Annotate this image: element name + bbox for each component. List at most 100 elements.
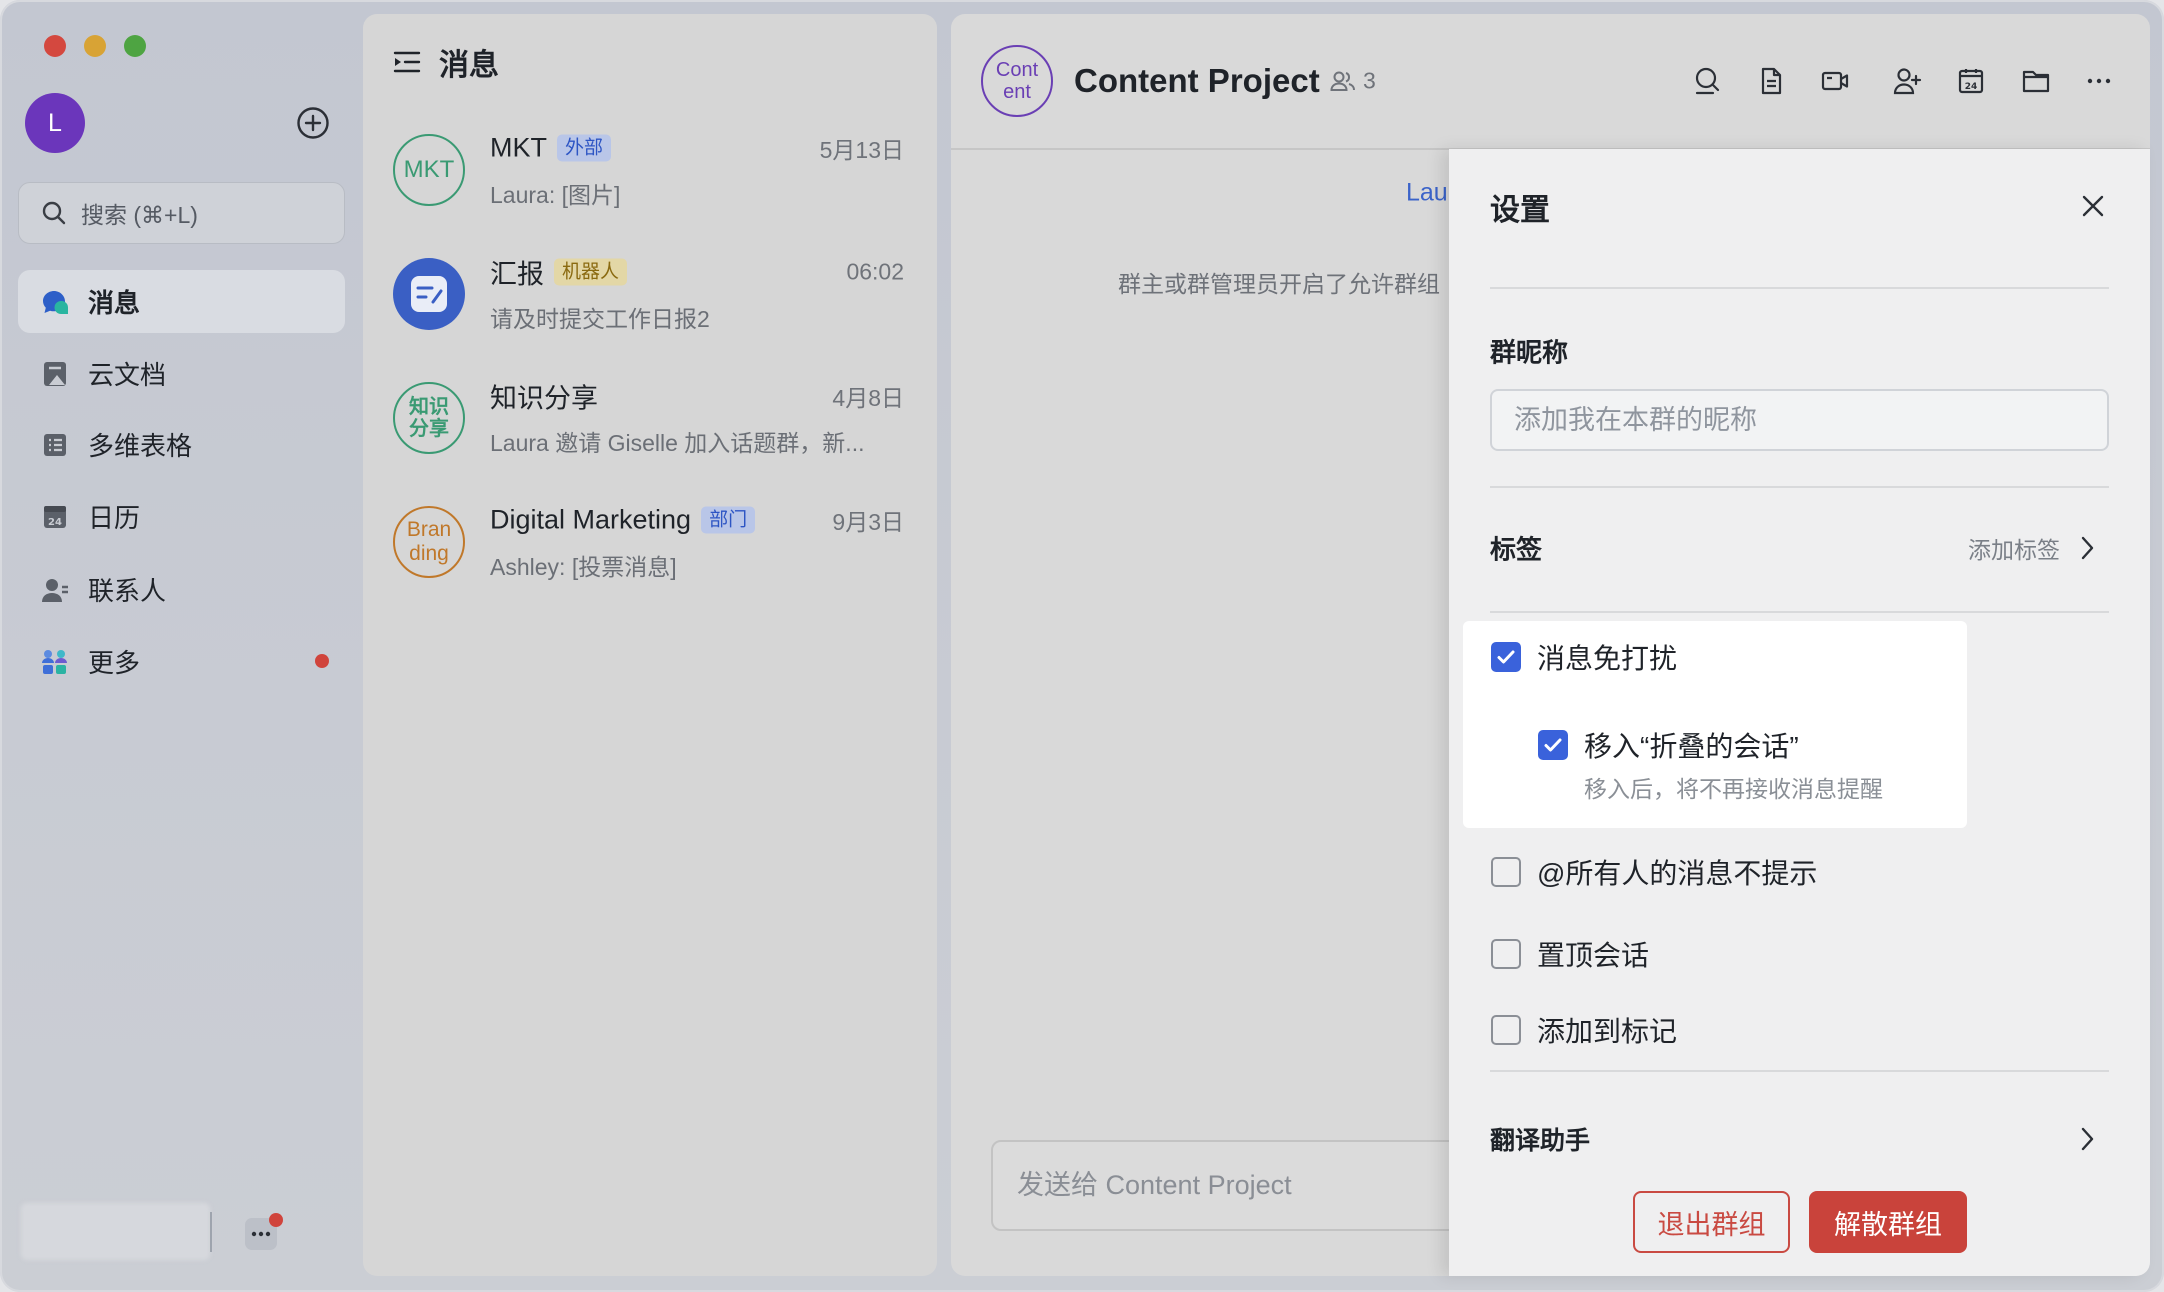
divider [1490,611,2109,613]
chat-avatar: MKT [393,134,465,206]
translate-assistant-label[interactable]: 翻译助手 [1490,1121,1590,1157]
more-apps-icon [42,649,67,674]
avatar-text: 知识 [409,395,449,418]
chat-list-item[interactable]: 汇报 机器人 06:02 请及时提交工作日报2 [363,232,937,356]
sidebar-item-calendar[interactable]: 24 日历 [18,485,345,548]
pin-chat-label: 置顶会话 [1537,940,1650,971]
search-box[interactable]: 搜索 (⌘+L) [18,182,345,244]
chat-name: Digital Marketing [490,504,692,535]
chat-preview: Laura 邀请 Giselle 加入话题群，新... [490,430,865,456]
sidebar-item-cloud-docs[interactable]: 云文档 [18,342,345,405]
blurred-profile-status[interactable] [21,1203,210,1260]
sidebar-item-more[interactable]: 更多 [18,630,345,693]
avatar-text: ding [409,542,449,565]
chevron-right-icon[interactable] [2075,534,2099,562]
members-icon[interactable] [1330,69,1356,93]
pin-chat-checkbox[interactable] [1491,939,1521,969]
settings-title: 设置 [1490,194,1550,227]
chat-time: 9月3日 [832,509,904,535]
notification-dot [315,654,329,668]
video-call-icon[interactable] [1820,66,1850,96]
search-chat-icon[interactable] [1692,66,1722,96]
search-placeholder: 搜索 (⌘+L) [81,202,198,228]
document-icon[interactable] [1756,66,1786,96]
window-close-button[interactable] [44,35,66,57]
avatar-text: MKT [403,155,455,183]
sidebar-item-label: 云文档 [88,360,167,390]
more-icon [251,1231,271,1237]
chat-name: MKT [490,132,547,163]
chat-name: 知识分享 [490,383,598,414]
window-minimize-button[interactable] [84,35,106,57]
svg-text:24: 24 [1965,82,1978,92]
mute-options-group: 消息免打扰 移入“折叠的会话” 移入后，将不再接收消息提醒 [1463,621,1967,828]
user-avatar[interactable]: L [25,93,85,153]
sidebar-item-label: 联系人 [88,576,167,606]
divider [1490,486,2109,488]
mention-all-label: @所有人的消息不提示 [1537,858,1818,889]
sidebar-item-label: 日历 [88,503,141,533]
flag-checkbox[interactable] [1491,1015,1521,1045]
chat-list-item[interactable]: 知识 分享 知识分享 4月8日 Laura 邀请 Giselle 加入话题群，新… [363,356,937,480]
system-notice: 群主或群管理员开启了允许群组 [1118,271,1440,297]
chevron-right-icon[interactable] [2075,1125,2099,1153]
folder-icon[interactable] [2021,66,2051,96]
tags-label: 标签 [1490,534,1543,565]
collapse-list-icon[interactable] [393,50,421,74]
plus-circle-icon[interactable] [296,106,330,140]
close-icon[interactable] [2079,192,2107,220]
divider [1490,1070,2109,1072]
divider [210,1212,212,1252]
chat-title-row: 知识分享 [490,377,598,416]
chat-preview: Laura: [图片] [490,182,621,208]
chat-list-item[interactable]: Bran ding Digital Marketing 部门 9月3日 Ashl… [363,480,937,604]
message-sender-name[interactable]: Lau [1406,179,1448,208]
more-icon[interactable] [2084,66,2114,96]
fold-conversation-checkbox[interactable] [1538,730,1568,760]
svg-text:24: 24 [48,517,62,528]
message-list-title: 消息 [439,49,499,82]
message-icon [43,290,69,314]
fold-conversation-label: 移入“折叠的会话” [1584,731,1799,762]
chat-time: 5月13日 [819,137,904,163]
add-tag-link[interactable]: 添加标签 [1968,531,2060,565]
nickname-label: 群昵称 [1490,337,1569,368]
mention-all-checkbox[interactable] [1491,857,1521,887]
chat-title[interactable]: Content Project [1074,62,1320,100]
chat-list-item[interactable]: MKT MKT 外部 5月13日 Laura: [图片] [363,108,937,232]
sidebar-item-messages[interactable]: 消息 [18,270,345,333]
mute-label: 消息免打扰 [1537,643,1678,674]
settings-panel: 设置 群昵称 标签 添加标签 消息免打扰 移入“折叠的会话” 移入后，将不再接收… [1449,149,2150,1276]
avatar-text: 分享 [409,418,449,440]
window-zoom-button[interactable] [124,35,146,57]
member-count[interactable]: 3 [1363,68,1376,95]
external-badge: 外部 [557,134,612,162]
avatar-text: Cont [995,58,1039,81]
calendar-icon[interactable]: 24 [1956,66,1986,96]
chat-name: 汇报 [490,259,544,290]
add-member-icon[interactable] [1892,66,1922,96]
avatar-text: Bran [406,518,452,542]
contacts-icon [42,578,68,602]
chat-time: 06:02 [846,258,904,285]
mute-checkbox[interactable] [1491,642,1521,672]
message-list-panel: 消息 MKT MKT 外部 5月13日 Laura: [图片] 汇报 机器人 0… [363,14,937,1276]
chat-time: 4月8日 [832,385,904,411]
group-avatar[interactable]: Cont ent [981,45,1053,117]
bot-badge: 机器人 [554,258,628,286]
search-icon [42,201,66,225]
base-table-icon [44,433,66,456]
chat-preview: Ashley: [投票消息] [490,554,677,580]
avatar-text: ent [1003,81,1031,103]
sidebar-item-contacts[interactable]: 联系人 [18,558,345,621]
leave-group-button[interactable]: 退出群组 [1633,1191,1790,1253]
sidebar-item-base[interactable]: 多维表格 [18,413,345,476]
checkmark-icon [1544,738,1562,752]
app-window: L 搜索 (⌘+L) 消息 云文档 多维表格 24 日历 联系人 更多 消息 M… [0,0,2164,1292]
sidebar-item-label: 更多 [88,648,141,678]
disband-group-button[interactable]: 解散群组 [1809,1191,1967,1253]
user-initial: L [48,108,62,137]
chat-avatar: Bran ding [393,506,465,578]
chat-title-row: Digital Marketing 部门 [490,504,756,536]
nickname-input[interactable] [1490,389,2109,451]
